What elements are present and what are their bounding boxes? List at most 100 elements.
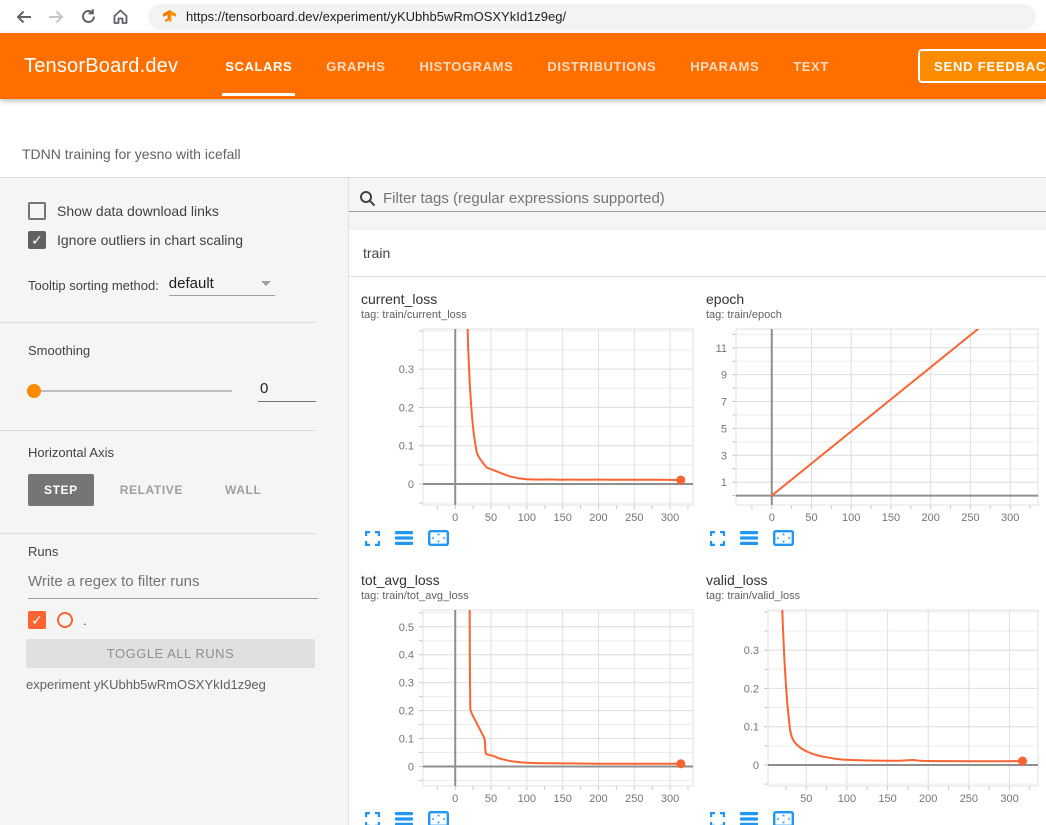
relative-button[interactable]: RELATIVE xyxy=(104,474,199,506)
chart-tag: tag: train/tot_avg_loss xyxy=(361,590,698,604)
fit-domain-icon[interactable] xyxy=(428,811,449,825)
filter-tags-input[interactable] xyxy=(383,190,1046,207)
chevron-down-icon xyxy=(261,281,271,286)
back-icon[interactable] xyxy=(11,4,37,30)
url-text: https://tensorboard.dev/experiment/yKUbh… xyxy=(186,9,566,24)
svg-text:7: 7 xyxy=(721,397,727,409)
fullscreen-icon[interactable] xyxy=(710,531,725,546)
send-feedback-button[interactable]: SEND FEEDBACK xyxy=(918,49,1046,83)
svg-text:11: 11 xyxy=(716,343,727,355)
ignore-outliers-checkbox[interactable]: ✓ xyxy=(28,231,46,249)
horizontal-axis-label: Horizontal Axis xyxy=(28,445,348,460)
forward-icon[interactable] xyxy=(43,4,69,30)
svg-text:100: 100 xyxy=(518,512,536,524)
smoothing-value-input[interactable] xyxy=(258,380,316,402)
chart-plot[interactable]: 05010015020025030000.10.20.30.40.5 xyxy=(353,606,698,806)
fullscreen-icon[interactable] xyxy=(365,531,380,546)
fit-domain-icon[interactable] xyxy=(428,530,449,546)
svg-text:1: 1 xyxy=(721,477,727,489)
svg-text:100: 100 xyxy=(518,793,536,805)
chart-tag: tag: train/valid_loss xyxy=(706,590,1043,604)
svg-text:0.3: 0.3 xyxy=(399,678,414,690)
svg-text:0.1: 0.1 xyxy=(399,441,414,453)
tooltip-sorting-row: Tooltip sorting method: default xyxy=(28,275,348,296)
divider xyxy=(0,430,316,431)
tab-hparams[interactable]: HPARAMS xyxy=(673,33,776,99)
chart-toolbar xyxy=(365,527,698,549)
wall-button[interactable]: WALL xyxy=(209,474,277,506)
chart-plot[interactable]: 0501001502002503001357911 xyxy=(698,325,1043,525)
svg-text:150: 150 xyxy=(882,512,900,524)
svg-text:100: 100 xyxy=(842,512,860,524)
fit-domain-icon[interactable] xyxy=(773,811,794,825)
run-row: ✓ . xyxy=(28,610,348,630)
tooltip-sorting-select[interactable]: default xyxy=(169,275,275,296)
svg-text:250: 250 xyxy=(625,512,643,524)
app-header: TensorBoard.dev SCALARS GRAPHS HISTOGRAM… xyxy=(0,33,1046,99)
fullscreen-icon[interactable] xyxy=(365,812,380,825)
home-icon[interactable] xyxy=(107,4,133,30)
data-bars-icon[interactable] xyxy=(740,531,758,545)
svg-text:0.2: 0.2 xyxy=(399,706,414,718)
svg-text:150: 150 xyxy=(878,793,896,805)
fit-domain-icon[interactable] xyxy=(773,530,794,546)
chart-tag: tag: train/epoch xyxy=(706,309,1043,323)
data-bars-icon[interactable] xyxy=(395,812,413,825)
show-download-links-checkbox[interactable] xyxy=(28,202,46,220)
svg-text:50: 50 xyxy=(485,793,497,805)
svg-text:0.5: 0.5 xyxy=(399,622,414,634)
tooltip-sorting-value: default xyxy=(169,275,214,292)
search-icon xyxy=(359,190,376,207)
svg-text:300: 300 xyxy=(1000,793,1018,805)
show-download-links-row: Show data download links xyxy=(28,200,348,222)
toggle-all-runs-button[interactable]: TOGGLE ALL RUNS xyxy=(26,639,315,668)
address-bar[interactable]: https://tensorboard.dev/experiment/yKUbh… xyxy=(148,4,1036,30)
scalar-chart-valid-loss: valid_loss tag: train/valid_loss 5010015… xyxy=(698,572,1043,825)
browser-toolbar: https://tensorboard.dev/experiment/yKUbh… xyxy=(0,0,1046,33)
svg-text:50: 50 xyxy=(805,512,817,524)
data-bars-icon[interactable] xyxy=(740,812,758,825)
app-logo[interactable]: TensorBoard.dev xyxy=(24,55,178,78)
tab-distributions[interactable]: DISTRIBUTIONS xyxy=(530,33,673,99)
filter-tags-row xyxy=(349,185,1046,212)
scalar-chart-epoch: epoch tag: train/epoch 05010015020025030… xyxy=(698,291,1043,549)
scalar-chart-tot-avg-loss: tot_avg_loss tag: train/tot_avg_loss 050… xyxy=(353,572,698,825)
experiment-title: TDNN training for yesno with icefall xyxy=(0,146,241,177)
smoothing-slider[interactable] xyxy=(28,390,232,392)
svg-text:5: 5 xyxy=(721,423,727,435)
horizontal-axis-buttons: STEP RELATIVE WALL xyxy=(28,474,348,506)
svg-text:0: 0 xyxy=(452,512,458,524)
svg-text:0.3: 0.3 xyxy=(744,645,759,657)
svg-text:0.3: 0.3 xyxy=(399,364,414,376)
step-button[interactable]: STEP xyxy=(28,474,94,506)
tab-graphs[interactable]: GRAPHS xyxy=(309,33,402,99)
svg-text:200: 200 xyxy=(589,512,607,524)
svg-text:0.2: 0.2 xyxy=(744,683,759,695)
settings-sidebar: Show data download links ✓ Ignore outlie… xyxy=(0,178,349,825)
svg-text:100: 100 xyxy=(838,793,856,805)
tab-text[interactable]: TEXT xyxy=(776,33,846,99)
main-panel: train current_loss tag: train/current_lo… xyxy=(349,178,1046,825)
runs-filter-input[interactable] xyxy=(28,573,318,599)
svg-text:0: 0 xyxy=(452,793,458,805)
svg-text:300: 300 xyxy=(661,793,679,805)
chart-plot[interactable]: 05010015020025030000.10.20.3 xyxy=(353,325,698,525)
chart-plot[interactable]: 5010015020025030000.10.20.3 xyxy=(698,606,1043,806)
run-checkbox[interactable]: ✓ xyxy=(28,611,46,629)
data-bars-icon[interactable] xyxy=(395,531,413,545)
svg-text:0: 0 xyxy=(408,479,414,491)
svg-text:150: 150 xyxy=(553,512,571,524)
divider xyxy=(0,322,316,323)
train-group-card: train current_loss tag: train/current_lo… xyxy=(349,230,1046,825)
chart-toolbar xyxy=(710,808,1043,825)
tab-scalars[interactable]: SCALARS xyxy=(208,33,309,99)
train-group-header[interactable]: train xyxy=(349,230,1046,277)
group-title: train xyxy=(363,245,390,261)
reload-icon[interactable] xyxy=(75,4,101,30)
tab-histograms[interactable]: HISTOGRAMS xyxy=(402,33,530,99)
smoothing-slider-thumb[interactable] xyxy=(27,384,41,398)
fullscreen-icon[interactable] xyxy=(710,812,725,825)
chart-title: current_loss xyxy=(361,291,698,307)
chart-tag: tag: train/current_loss xyxy=(361,309,698,323)
charts-grid: current_loss tag: train/current_loss 050… xyxy=(349,277,1046,825)
